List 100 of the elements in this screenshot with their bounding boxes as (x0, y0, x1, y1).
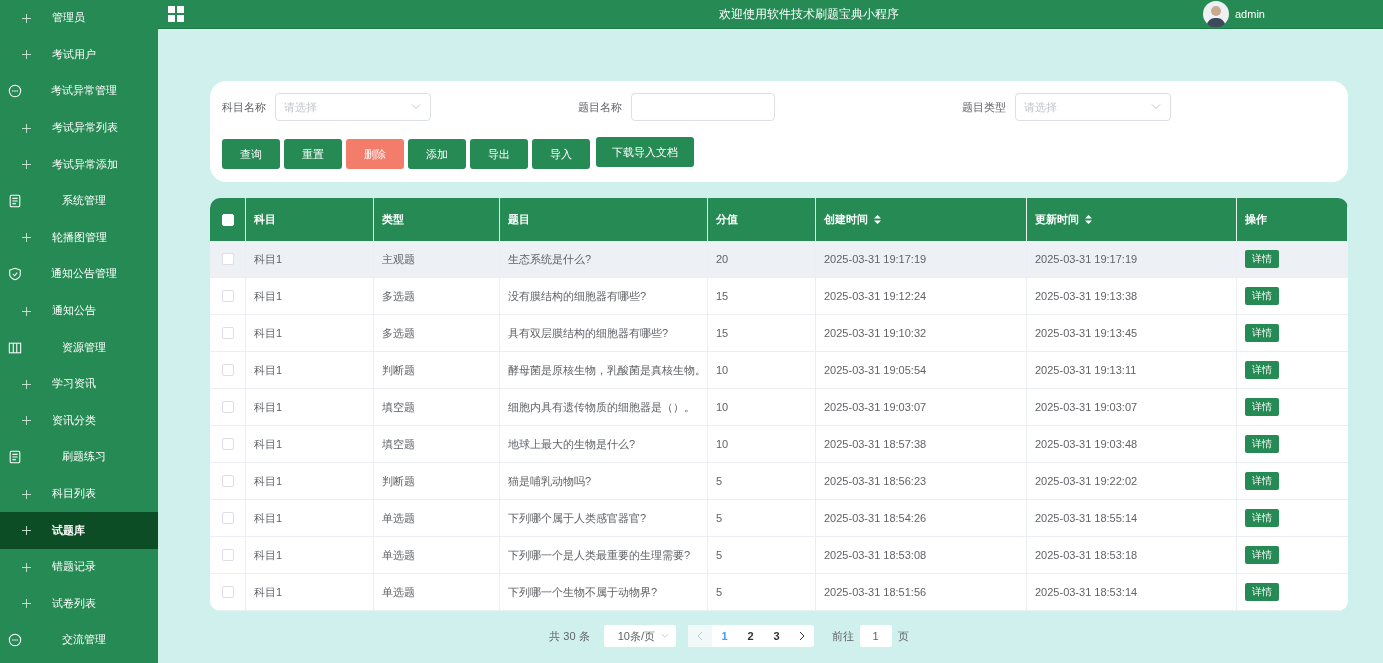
sidebar-item[interactable]: 轮播图管理 (0, 219, 158, 257)
row-checkbox[interactable] (221, 290, 234, 302)
grid-icon[interactable] (168, 6, 184, 22)
action-button[interactable]: 导入 (532, 139, 590, 169)
table-cell: 具有双层膜结构的细胞器有哪些? (508, 325, 669, 341)
table-cell: 2025-03-31 18:55:14 (1035, 512, 1138, 524)
sidebar-item[interactable]: 资讯分类 (0, 402, 158, 440)
detail-button[interactable]: 详情 (1245, 324, 1279, 342)
plus-icon (21, 233, 31, 243)
filter-label: 题目类型 (962, 99, 1006, 115)
action-button[interactable]: 删除 (346, 139, 404, 169)
page-number[interactable]: 3 (763, 625, 790, 647)
prev-page-icon[interactable] (687, 625, 712, 647)
detail-button[interactable]: 详情 (1245, 472, 1279, 490)
action-button[interactable]: 添加 (408, 139, 466, 169)
avatar-icon[interactable] (1203, 1, 1229, 27)
table-cell: 2025-03-31 19:03:07 (1035, 401, 1138, 413)
filter-label: 题目名称 (578, 99, 622, 115)
row-checkbox[interactable] (221, 512, 234, 524)
detail-button[interactable]: 详情 (1245, 546, 1279, 564)
table-cell: 2025-03-31 19:05:54 (824, 364, 927, 376)
filter-label: 科目名称 (222, 99, 266, 115)
table-cell: 科目1 (254, 251, 283, 267)
page-number[interactable]: 1 (711, 625, 738, 647)
detail-button[interactable]: 详情 (1245, 583, 1279, 601)
chat-icon (8, 633, 22, 648)
table-cell: 科目1 (254, 325, 283, 341)
plus-icon (21, 416, 31, 426)
sidebar-item[interactable]: 交流管理 (0, 622, 158, 659)
sidebar-item[interactable]: 考试异常列表 (0, 109, 158, 147)
detail-button[interactable]: 详情 (1245, 435, 1279, 453)
row-checkbox[interactable] (221, 327, 234, 339)
row-checkbox[interactable] (221, 253, 234, 265)
sidebar-item[interactable]: 试卷列表 (0, 585, 158, 623)
sidebar-item[interactable]: 试题库 (0, 512, 158, 549)
sidebar-item[interactable]: 考试异常管理 (0, 73, 158, 110)
row-checkbox[interactable] (221, 549, 234, 561)
row-checkbox[interactable] (221, 586, 234, 598)
shield-icon (8, 267, 22, 282)
table-cell: 2025-03-31 19:17:19 (1035, 253, 1138, 265)
table-cell: 2025-03-31 19:13:11 (1035, 364, 1137, 376)
table-cell: 多选题 (382, 288, 415, 304)
plus-icon (21, 306, 31, 316)
plus-icon (21, 160, 31, 170)
plus-icon (21, 599, 31, 609)
table-cell: 2025-03-31 18:56:23 (824, 475, 927, 487)
action-button[interactable]: 导出 (470, 139, 528, 169)
table-cell: 主观题 (382, 251, 415, 267)
sidebar-item[interactable]: 考试用户 (0, 36, 158, 74)
sidebar-item[interactable]: 错题记录 (0, 548, 158, 586)
plus-icon (21, 379, 31, 389)
sidebar-item[interactable]: 刷题练习 (0, 439, 158, 476)
row-checkbox[interactable] (221, 475, 234, 487)
detail-button[interactable]: 详情 (1245, 250, 1279, 268)
row-checkbox[interactable] (221, 401, 234, 413)
table-cell: 单选题 (382, 584, 415, 600)
select-all-checkbox[interactable] (221, 213, 234, 226)
table-cell: 生态系统是什么? (508, 251, 592, 267)
detail-button[interactable]: 详情 (1245, 361, 1279, 379)
chevron-down-icon[interactable] (659, 631, 670, 641)
sidebar-item[interactable]: 通知公告管理 (0, 256, 158, 293)
table-cell: 2025-03-31 19:03:07 (824, 401, 927, 413)
table-cell: 填空题 (382, 436, 415, 452)
plus-icon (21, 50, 31, 60)
plus-icon (21, 13, 31, 23)
sidebar-item[interactable]: 管理员 (0, 0, 158, 37)
sidebar-item[interactable]: 资源管理 (0, 329, 158, 366)
sidebar-item[interactable]: 科目列表 (0, 475, 158, 513)
sidebar-item[interactable]: 系统管理 (0, 182, 158, 220)
page-number[interactable]: 2 (737, 625, 764, 647)
sidebar-item[interactable]: 学习资讯 (0, 365, 158, 403)
page-suffix: 页 (897, 628, 909, 644)
page-size-select[interactable]: 10条/页 (603, 625, 676, 647)
goto-label: 前往 (831, 628, 854, 644)
sort-icon[interactable] (1085, 215, 1092, 224)
table-cell: 2025-03-31 19:17:19 (824, 253, 927, 265)
sidebar-item[interactable]: 通知公告 (0, 292, 158, 330)
detail-button[interactable]: 详情 (1245, 287, 1279, 305)
row-checkbox[interactable] (221, 364, 234, 376)
table-cell: 5 (716, 512, 723, 524)
user-name[interactable]: admin (1235, 8, 1265, 20)
table-cell: 2025-03-31 18:53:08 (824, 549, 927, 561)
action-button[interactable]: 重置 (284, 139, 342, 169)
app-title: 欢迎使用软件技术刷题宝典小程序 (717, 5, 900, 23)
page-input[interactable]: 1 (859, 625, 892, 647)
detail-button[interactable]: 详情 (1245, 398, 1279, 416)
table-cell: 判断题 (382, 473, 415, 489)
detail-button[interactable]: 详情 (1245, 509, 1279, 527)
input-field[interactable] (631, 93, 775, 121)
table-cell: 科目1 (254, 584, 283, 600)
row-checkbox[interactable] (221, 438, 234, 450)
action-button[interactable]: 查询 (222, 139, 280, 169)
table-cell: 10 (716, 364, 729, 376)
table-cell: 科目1 (254, 399, 283, 415)
table-cell: 填空题 (382, 399, 415, 415)
table-cell: 猫是哺乳动物吗? (508, 473, 592, 489)
sidebar-item[interactable]: 考试异常添加 (0, 146, 158, 183)
action-button[interactable]: 下载导入文档 (596, 137, 694, 167)
sort-icon[interactable] (874, 215, 881, 224)
table-cell: 2025-03-31 19:13:38 (1035, 290, 1138, 302)
